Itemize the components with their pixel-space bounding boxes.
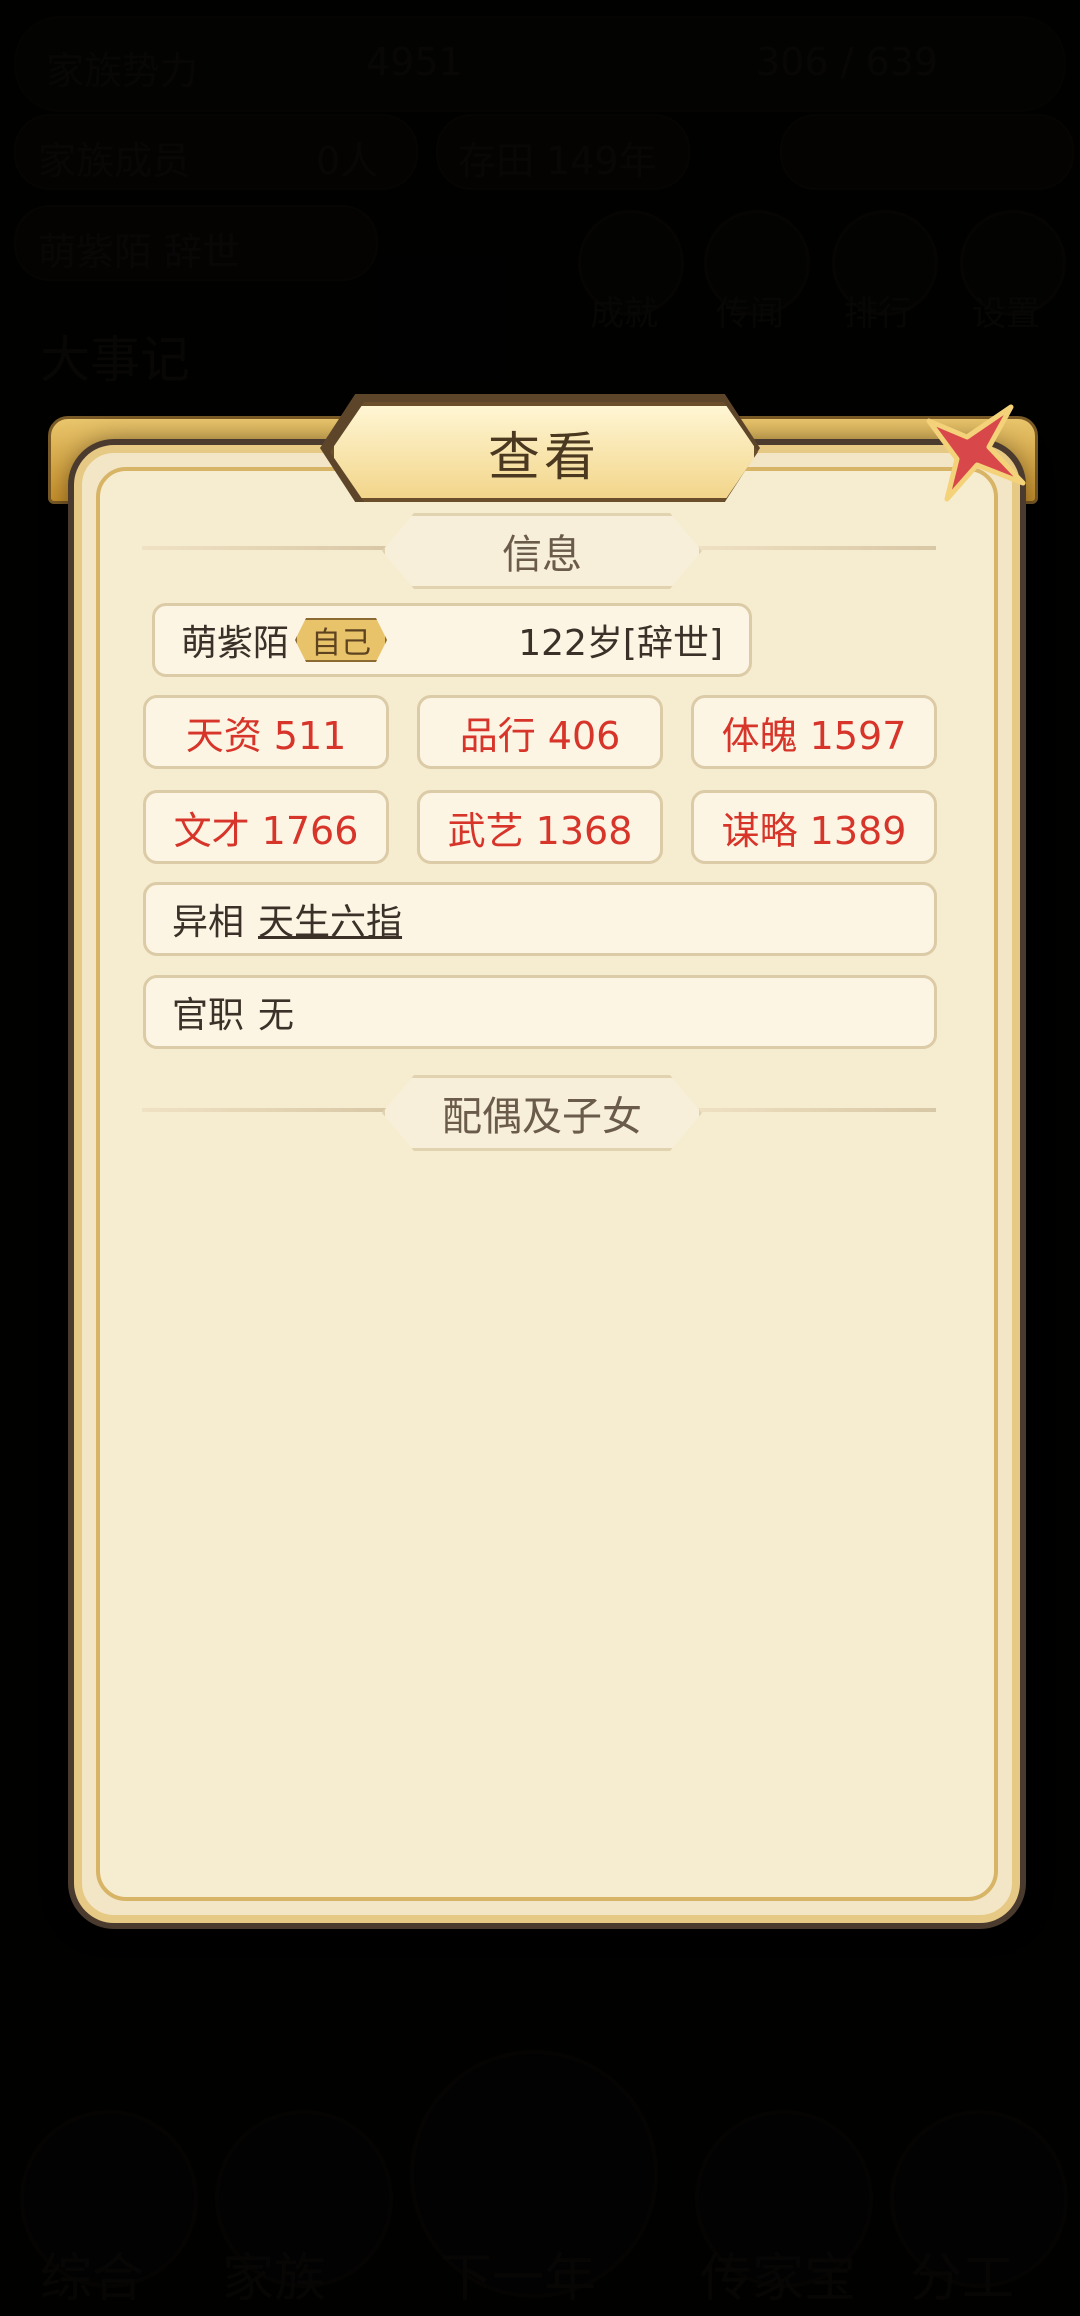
divider-left: [142, 1108, 392, 1112]
stat-talent: 天资 511: [143, 695, 389, 769]
stat-literary: 文才 1766: [143, 790, 389, 864]
resource-count: 306 / 639: [756, 40, 939, 84]
family-header-plate: 配偶及子女: [382, 1075, 702, 1151]
info-section-header: 信息: [142, 513, 936, 589]
settings-label: 设置: [972, 294, 1040, 334]
currency-field: [780, 114, 1074, 190]
family-header-text: 配偶及子女: [442, 1094, 642, 1140]
info-header-text: 信息: [502, 532, 582, 578]
head-field: 萌紫陌 辞世: [14, 205, 378, 281]
stat-conduct: 品行 406: [417, 695, 663, 769]
dialog-title: 查看: [487, 427, 600, 488]
person-name: 萌紫陌: [181, 623, 290, 664]
trait-link[interactable]: 天生六指: [258, 893, 402, 945]
family-section-header: 配偶及子女: [142, 1075, 936, 1151]
stat-martial: 武艺 1368: [417, 790, 663, 864]
nav-next-year: 下一年: [440, 2249, 597, 2309]
self-badge: 自己: [295, 618, 388, 662]
info-header-plate: 信息: [382, 513, 702, 589]
close-button[interactable]: [914, 398, 1034, 508]
person-age-status: 122岁[辞世]: [518, 623, 723, 664]
nav-general: 综合: [40, 2249, 145, 2309]
stat-physique: 体魄 1597: [691, 695, 937, 769]
ranking-label: 排行: [844, 294, 912, 334]
achievement-label: 成就: [590, 294, 658, 334]
divider-right: [686, 1108, 936, 1112]
rumor-label: 传闻: [716, 294, 784, 334]
office-value: 无: [258, 995, 295, 1036]
year-label: 存田 149年: [458, 139, 657, 183]
members-field: 家族成员 0人: [14, 114, 418, 190]
nav-family: 家族: [222, 2249, 327, 2309]
close-icon: [926, 404, 1026, 502]
family-power-label: 家族势力: [46, 49, 199, 93]
office-row: 官职 无: [143, 975, 937, 1049]
members-label: 家族成员: [38, 139, 191, 183]
nav-heirloom: 传家宝: [700, 2249, 857, 2309]
event-title: 大事记: [40, 331, 190, 389]
family-power-bar: 家族势力 4951 306 / 639: [14, 16, 1066, 112]
divider-right: [686, 546, 936, 550]
family-power-value: 4951: [366, 40, 463, 84]
trait-label: 异相: [172, 902, 245, 943]
divider-left: [142, 546, 392, 550]
dialog-title-plate: 查看: [330, 402, 758, 502]
members-count: 0人: [316, 139, 379, 183]
family-list: [143, 1160, 937, 1860]
person-name-card: 萌紫陌 自己 122岁[辞世]: [152, 603, 752, 677]
office-label: 官职: [172, 995, 245, 1036]
stat-strategy: 谋略 1389: [691, 790, 937, 864]
year-field: 存田 149年: [436, 114, 690, 190]
nav-division: 分工: [910, 2249, 1015, 2309]
trait-row: 异相 天生六指: [143, 882, 937, 956]
head-label: 萌紫陌 辞世: [38, 230, 241, 274]
